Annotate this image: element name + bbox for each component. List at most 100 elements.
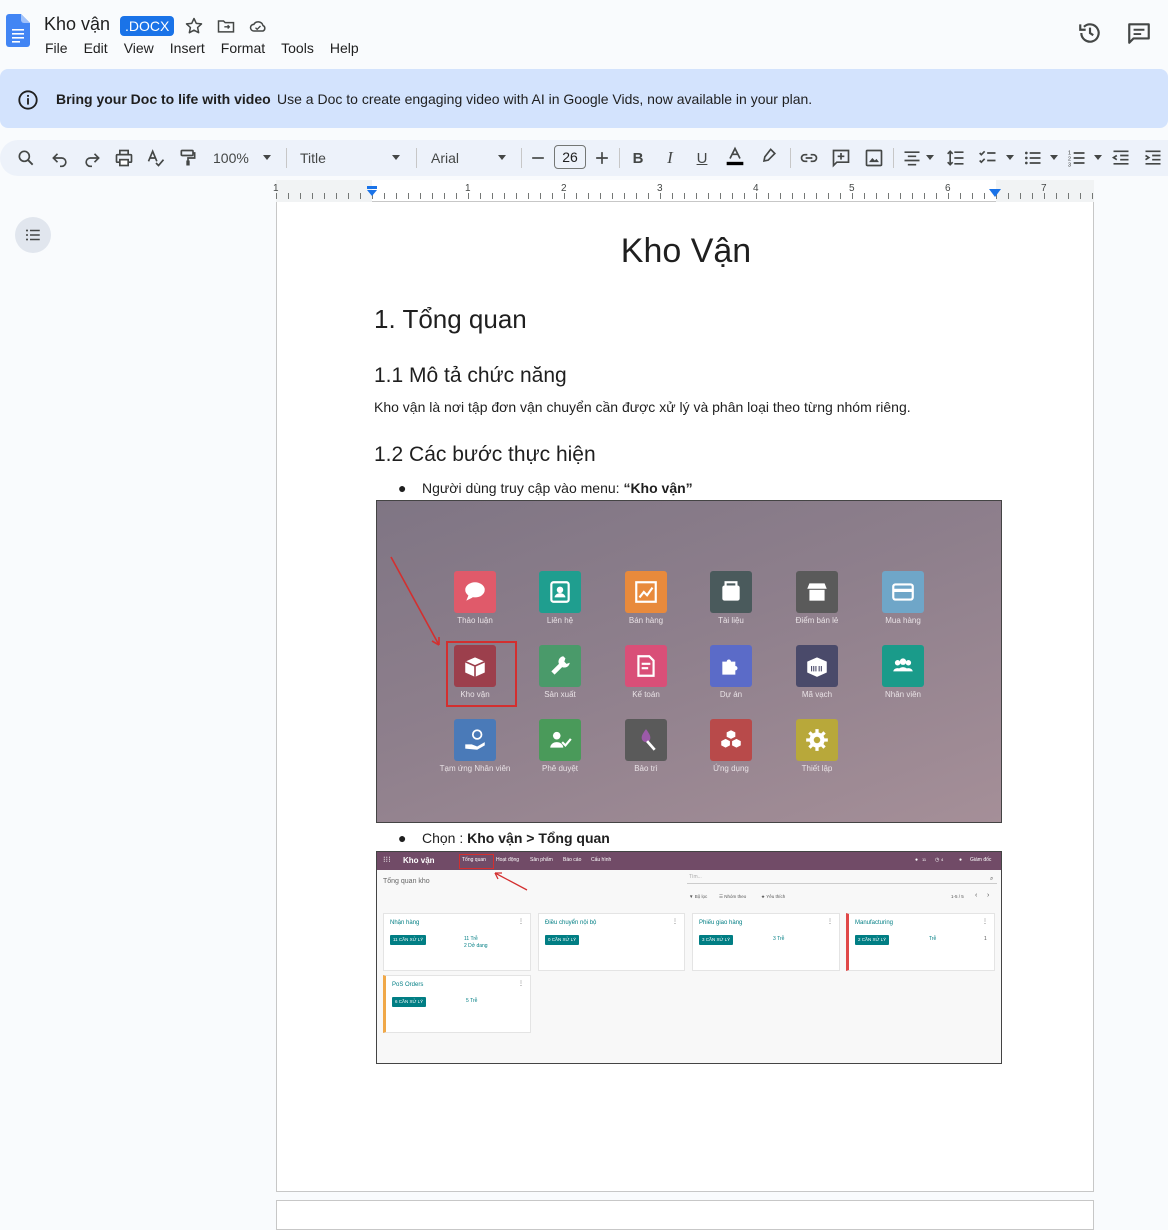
filter-button[interactable]: ▼ Bộ lọc [689, 894, 707, 899]
highlight-color-icon[interactable] [758, 145, 780, 167]
menu-tools[interactable]: Tools [273, 38, 322, 58]
version-history-icon[interactable] [1077, 20, 1103, 46]
card-phieu-giao-hang[interactable]: Phiếu giao hàng ⋮ 3 CẦN XỬ LÝ 3 Trễ [692, 913, 840, 971]
font-dropdown-icon[interactable] [498, 155, 506, 160]
underline-icon[interactable]: U [691, 147, 713, 169]
font-size-input[interactable]: 26 [554, 145, 586, 169]
menu-edit[interactable]: Edit [76, 38, 116, 58]
app-launcher-screenshot[interactable]: Thảo luận Liên hệ Bán hàng Tài liệu Điểm… [376, 500, 1002, 823]
right-indent-marker-icon[interactable] [989, 189, 1001, 198]
decrease-indent-icon[interactable] [1110, 147, 1132, 169]
app-thao-luan[interactable]: Thảo luận [439, 571, 511, 625]
card-menu-icon[interactable]: ⋮ [672, 918, 678, 925]
card-pos-orders[interactable]: PoS Orders ⋮ 6 CẦN XỬ LÝ 5 Trễ [383, 975, 531, 1033]
align-dropdown-icon[interactable] [926, 155, 934, 160]
card-late[interactable]: Trễ [929, 936, 936, 942]
search-input[interactable]: Tìm... [687, 874, 997, 884]
app-bao-tri[interactable]: Bảo trì [610, 719, 682, 773]
app-ke-toan[interactable]: Kế toán [610, 645, 682, 699]
card-todo-button[interactable]: 6 CẦN XỬ LÝ [392, 997, 427, 1007]
app-kho-van[interactable]: Kho vận [439, 645, 511, 699]
paint-format-icon[interactable] [177, 147, 199, 169]
next-page-icon[interactable]: › [987, 892, 989, 899]
card-late[interactable]: 5 Trễ [466, 998, 477, 1004]
card-in-progress[interactable]: 2 Dở dang [464, 943, 488, 949]
style-dropdown-icon[interactable] [392, 155, 400, 160]
card-dieu-chuyen-noi-bo[interactable]: Điều chuyển nội bộ ⋮ 0 CẦN XỬ LÝ [538, 913, 685, 971]
app-ma-vach[interactable]: Mã vạch [781, 645, 853, 699]
app-nhan-vien[interactable]: Nhân viên [867, 645, 939, 699]
zoom-dropdown-icon[interactable] [263, 155, 271, 160]
text-color-icon[interactable] [724, 145, 746, 167]
line-spacing-icon[interactable] [945, 147, 967, 169]
document-title[interactable]: Kho vận [44, 14, 110, 35]
card-menu-icon[interactable]: ⋮ [827, 918, 833, 925]
numbered-list-icon[interactable]: 123 [1066, 147, 1088, 169]
decrease-font-size-icon[interactable] [527, 147, 549, 169]
app-lien-he[interactable]: Liên hệ [524, 571, 596, 625]
style-select[interactable]: Title [300, 150, 326, 166]
app-diem-ban-le[interactable]: Điểm bán lẻ [781, 571, 853, 625]
app-thiet-lap[interactable]: Thiết lập [781, 719, 853, 773]
move-folder-icon[interactable] [216, 16, 236, 36]
favorites-button[interactable]: ★ Yêu thích [761, 894, 785, 900]
card-menu-icon[interactable]: ⋮ [982, 918, 988, 925]
ruler-number: 2 [561, 183, 567, 194]
card-todo-button[interactable]: 0 CẦN XỬ LÝ [545, 935, 580, 945]
increase-indent-icon[interactable] [1142, 147, 1164, 169]
print-icon[interactable] [113, 147, 135, 169]
app-du-an[interactable]: Dự án [695, 645, 767, 699]
document-page-2[interactable] [276, 1200, 1094, 1230]
group-by-button[interactable]: ☰ Nhóm theo [719, 894, 746, 900]
card-todo-button[interactable]: 3 CẦN XỬ LÝ [699, 935, 734, 945]
menu-format[interactable]: Format [213, 38, 273, 58]
inventory-overview-screenshot[interactable]: ⁝⁝⁝ Kho vận Tổng quan Hoạt động Sản phẩm… [376, 851, 1002, 1064]
insert-image-icon[interactable] [863, 147, 885, 169]
card-manufacturing[interactable]: Manufacturing ⋮ 2 CẦN XỬ LÝ Trễ 1 [846, 913, 995, 971]
card-late[interactable]: 3 Trễ [773, 936, 784, 942]
zoom-select[interactable]: 100% [213, 150, 249, 166]
prev-page-icon[interactable]: ‹ [975, 892, 977, 899]
spellcheck-icon[interactable] [145, 147, 167, 169]
font-select[interactable]: Arial [431, 150, 459, 166]
card-menu-icon[interactable]: ⋮ [518, 918, 524, 925]
card-todo-button[interactable]: 11 CẦN XỬ LÝ [390, 935, 427, 945]
app-ung-dung[interactable]: Ứng dụng [695, 719, 767, 773]
bulleted-list-icon[interactable] [1022, 147, 1044, 169]
numbered-list-dropdown-icon[interactable] [1094, 155, 1102, 160]
app-tam-ung-nhan-vien[interactable]: Tạm ứng Nhân viên [431, 719, 519, 773]
bulleted-list-dropdown-icon[interactable] [1050, 155, 1058, 160]
menu-view[interactable]: View [116, 38, 162, 58]
menu-insert[interactable]: Insert [162, 38, 213, 58]
checklist-dropdown-icon[interactable] [1006, 155, 1014, 160]
document-page[interactable]: Kho Vận 1. Tổng quan 1.1 Mô tả chức năng… [276, 202, 1094, 1192]
star-icon[interactable] [184, 16, 204, 36]
document-outline-button[interactable] [15, 217, 51, 253]
increase-font-size-icon[interactable] [591, 147, 613, 169]
checklist-icon[interactable] [977, 147, 999, 169]
undo-icon[interactable] [49, 147, 71, 169]
add-comment-icon[interactable] [830, 147, 852, 169]
app-san-xuat[interactable]: Sản xuất [524, 645, 596, 699]
align-center-icon[interactable] [901, 147, 923, 169]
app-ban-hang[interactable]: Bán hàng [610, 571, 682, 625]
menu-help[interactable]: Help [322, 38, 367, 58]
italic-icon[interactable]: I [659, 147, 681, 169]
app-phe-duyet[interactable]: Phê duyệt [524, 719, 596, 773]
redo-icon[interactable] [81, 147, 103, 169]
card-todo-button[interactable]: 2 CẦN XỬ LÝ [855, 935, 890, 945]
comments-icon[interactable] [1126, 20, 1152, 46]
card-nhan-hang[interactable]: Nhận hàng ⋮ 11 CẦN XỬ LÝ 11 Trễ 2 Dở dan… [383, 913, 531, 971]
left-indent-marker-icon[interactable] [366, 186, 378, 198]
bold-icon[interactable]: B [627, 147, 649, 169]
search-menus-icon[interactable] [15, 147, 37, 169]
ruler-track[interactable]: 1 1 2 3 4 5 6 7 [273, 180, 1094, 202]
card-menu-icon[interactable]: ⋮ [518, 980, 524, 987]
docs-logo-icon[interactable] [6, 14, 30, 47]
app-mua-hang[interactable]: Mua hàng [867, 571, 939, 625]
menu-file[interactable]: File [37, 38, 76, 58]
insert-link-icon[interactable] [798, 147, 820, 169]
cloud-status-icon[interactable] [248, 16, 268, 36]
app-tai-lieu[interactable]: Tài liệu [695, 571, 767, 625]
card-late[interactable]: 11 Trễ [464, 936, 478, 942]
